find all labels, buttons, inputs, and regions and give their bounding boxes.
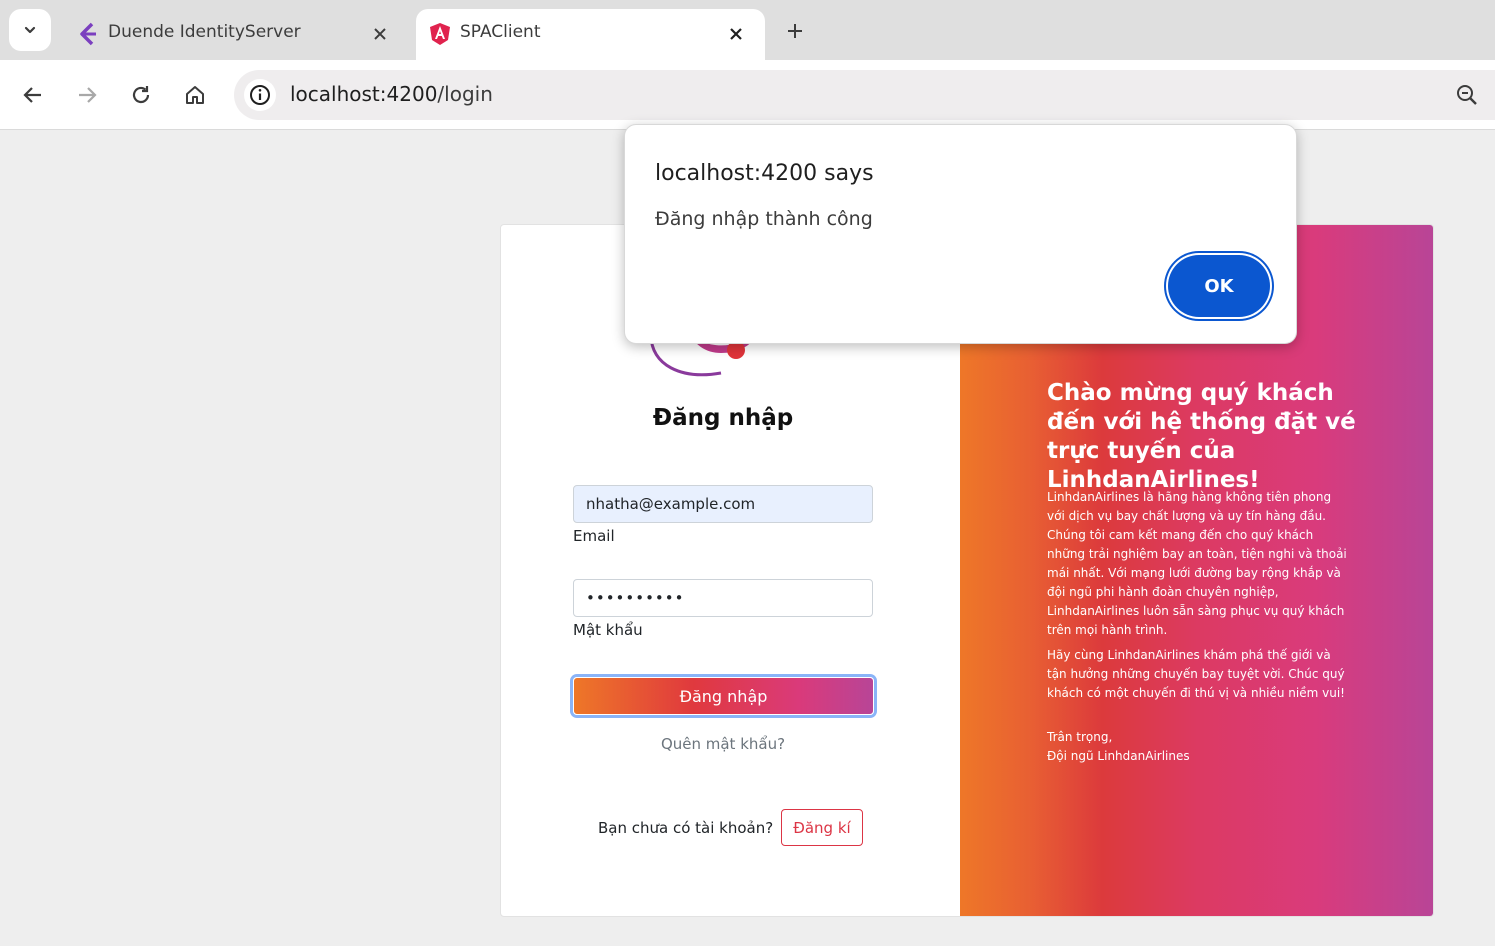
url-text: localhost:4200/login [290,82,493,106]
login-title: Đăng nhập [652,405,794,431]
reload-icon [132,86,150,104]
welcome-paragraph: Hãy cùng LinhdanAirlines khám phá thế gi… [1047,648,1345,700]
arrow-left-icon [23,87,41,103]
tab-duende-identityserver[interactable]: Duende IdentityServer [64,9,409,60]
tab-spaclient[interactable]: SPAClient [416,9,765,60]
info-icon [250,85,270,105]
password-input[interactable]: •••••••••• [573,579,873,617]
password-label: Mật khẩu [573,621,643,639]
chevron-down-icon [24,26,36,34]
email-label: Email [573,527,615,545]
address-bar[interactable]: localhost:4200/login [234,70,1495,120]
alert-dialog: localhost:4200 says Đăng nhập thành công… [624,124,1297,344]
duende-logo-icon [80,22,96,46]
reload-button[interactable] [123,77,159,113]
home-button[interactable] [177,77,213,113]
ok-button[interactable]: OK [1168,255,1270,317]
login-button[interactable]: Đăng nhập [573,677,874,715]
forward-button[interactable] [69,77,105,113]
angular-logo-icon [430,23,450,45]
home-icon [186,86,204,104]
signup-button[interactable]: Đăng kí [781,809,863,846]
close-icon[interactable] [723,21,749,47]
tab-strip: Duende IdentityServer SPAClient [0,0,1495,60]
email-input[interactable]: nhatha@example.com [573,485,873,523]
dialog-message: Đăng nhập thành công [655,208,873,230]
tab-title: Duende IdentityServer [108,22,301,42]
signature: Đội ngũ LinhdanAirlines [1047,749,1190,763]
magnifier-zoom-icon [1457,85,1477,105]
welcome-signature: Trân trọng, Đội ngũ LinhdanAirlines [1047,728,1352,766]
plus-icon [788,24,802,38]
welcome-paragraph: LinhdanAirlines là hãng hàng không tiên … [1047,490,1347,637]
dialog-title: localhost:4200 says [655,161,874,186]
tab-search-button[interactable] [9,9,51,51]
welcome-title: Chào mừng quý khách đến với hệ thống đặt… [1047,380,1356,493]
no-account-text: Bạn chưa có tài khoản? [598,818,774,837]
zoom-button[interactable] [1455,83,1479,111]
signup-row: Bạn chưa có tài khoản? Đăng kí [598,809,863,846]
new-tab-button[interactable] [780,16,810,46]
back-button[interactable] [15,77,51,113]
close-icon[interactable] [367,21,393,47]
sign-off: Trân trọng, [1047,730,1113,744]
arrow-right-icon [79,87,97,103]
forgot-password-link[interactable]: Quên mật khẩu? [573,735,873,753]
browser-toolbar: localhost:4200/login [0,60,1495,130]
site-info-button[interactable] [244,79,276,111]
tab-title: SPAClient [460,22,541,42]
